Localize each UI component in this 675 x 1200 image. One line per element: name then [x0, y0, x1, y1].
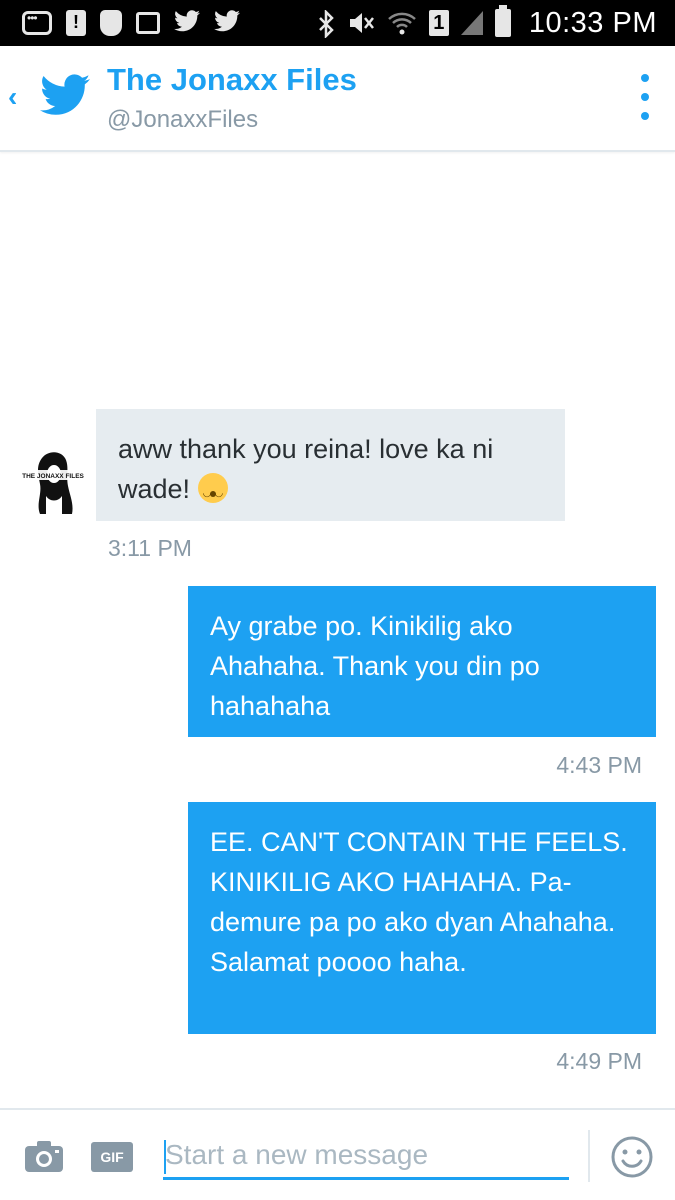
text-cursor	[164, 1140, 166, 1174]
emoji-icon[interactable]	[611, 1136, 653, 1178]
messenger-icon	[22, 11, 52, 35]
composer-divider	[588, 1130, 590, 1182]
kissing-smiling-eyes-emoji	[197, 473, 228, 514]
outgoing-message[interactable]: Ay grabe po. Kinikilig ako Ahahaha. Than…	[188, 586, 656, 737]
twitter-bird-icon	[40, 74, 90, 115]
gallery-icon	[136, 12, 160, 34]
alert-icon	[66, 10, 86, 36]
message-text: EE. CAN'T CONTAIN THE FEELS. KINIKILIG A…	[210, 827, 628, 977]
avatar-logo-text: THE JONAXX FILES	[22, 473, 84, 480]
conversation-header: ‹ The Jonaxx Files @JonaxxFiles	[0, 46, 675, 152]
gif-button[interactable]: GIF	[91, 1142, 133, 1172]
message-text: Ay grabe po. Kinikilig ako Ahahaha. Than…	[210, 611, 540, 721]
notification-icons	[22, 8, 240, 38]
outgoing-message[interactable]: EE. CAN'T CONTAIN THE FEELS. KINIKILIG A…	[188, 802, 656, 1034]
twitter-icon	[174, 10, 200, 36]
signal-icon	[460, 11, 483, 35]
message-timestamp: 3:11 PM	[108, 535, 192, 561]
mute-icon	[347, 10, 375, 36]
message-timestamp: 4:43 PM	[556, 752, 642, 778]
message-input[interactable]	[163, 1132, 569, 1180]
camera-icon[interactable]	[24, 1139, 64, 1173]
shield-icon	[100, 10, 122, 36]
battery-icon	[494, 5, 511, 37]
status-time: 10:33 PM	[528, 6, 657, 39]
back-button[interactable]: ‹	[8, 82, 28, 112]
message-timestamp: 4:49 PM	[556, 1048, 642, 1074]
conversation-handle: @JonaxxFiles	[107, 106, 259, 133]
message-text: aww thank you reina! love ka ni wade!	[118, 434, 494, 504]
bluetooth-icon	[317, 8, 335, 40]
system-icons: 1 10:33 PM	[317, 5, 657, 40]
message-composer: GIF	[0, 1108, 675, 1200]
status-bar: 1 10:33 PM	[0, 0, 675, 46]
incoming-message[interactable]: aww thank you reina! love ka ni wade!	[96, 409, 565, 521]
wifi-icon	[387, 10, 417, 36]
overflow-menu-icon[interactable]	[637, 74, 653, 120]
twitter-icon	[214, 10, 240, 36]
conversation-title[interactable]: The Jonaxx Files	[107, 62, 357, 98]
sim-icon: 1	[428, 10, 449, 36]
avatar[interactable]: THE JONAXX FILES	[20, 444, 86, 522]
